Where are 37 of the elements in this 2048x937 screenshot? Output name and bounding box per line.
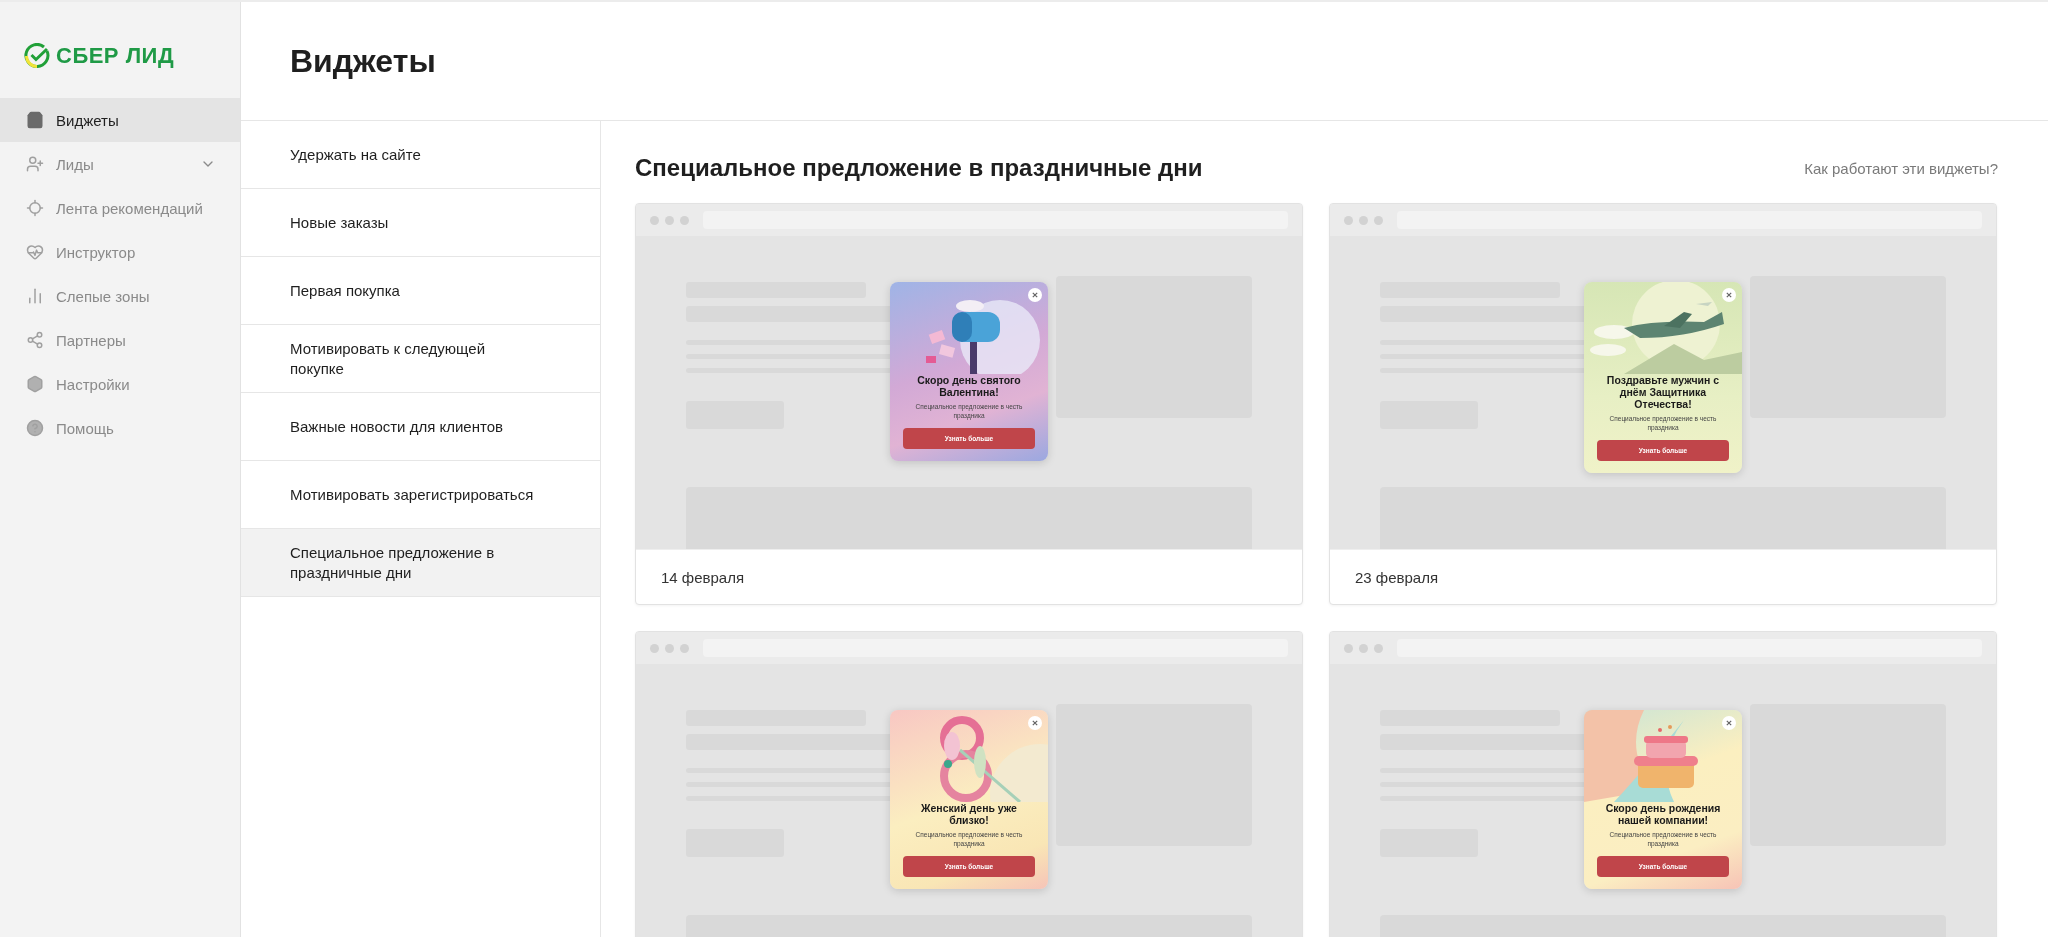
window-dot (665, 215, 674, 225)
close-icon[interactable] (1722, 716, 1736, 730)
bar-chart-icon (26, 287, 44, 305)
close-icon[interactable] (1722, 288, 1736, 302)
category-item[interactable]: Специальное предложение в праздничные дни (241, 529, 600, 597)
logo-icon (24, 43, 50, 69)
window-dot (665, 643, 674, 653)
popup-title: Скоро день святого Валентина! (916, 374, 1022, 398)
window-dot (1374, 215, 1383, 225)
share-icon (26, 331, 44, 349)
popup-title: Поздравьте мужчин с днём Защитника Отечества! (1605, 374, 1721, 410)
heart-pulse-icon (26, 243, 44, 261)
popup-title: Скоро день рождения нашей компании! (1604, 802, 1722, 826)
close-icon[interactable] (1028, 288, 1042, 302)
window-dot (680, 215, 689, 225)
window-dot (1344, 643, 1353, 653)
window-dot (650, 643, 659, 653)
window-dot (680, 643, 689, 653)
window-dot (1359, 643, 1368, 653)
hexagon-icon (26, 375, 44, 393)
section-title: Специальное предложение в праздничные дни (635, 154, 1203, 182)
window-dot (1359, 215, 1368, 225)
widget-caption: 14 февраля (636, 549, 1302, 604)
window-dot (1374, 643, 1383, 653)
close-icon[interactable] (1028, 716, 1042, 730)
bag-icon (26, 111, 44, 129)
logo-text: СБЕР ЛИД (56, 43, 175, 69)
window-dot (650, 215, 659, 225)
window-dot (1344, 215, 1353, 225)
page-title: Виджеты (290, 42, 436, 80)
widget-caption: 23 февраля (1330, 549, 1996, 604)
popup-title: Женский день уже близко! (920, 802, 1018, 826)
help-icon (26, 419, 44, 437)
help-link[interactable]: Как работают эти виджеты? (1804, 159, 1998, 177)
sidebar-item[interactable]: Виджеты (0, 98, 240, 142)
target-icon (26, 199, 44, 217)
user-plus-icon (26, 155, 44, 173)
